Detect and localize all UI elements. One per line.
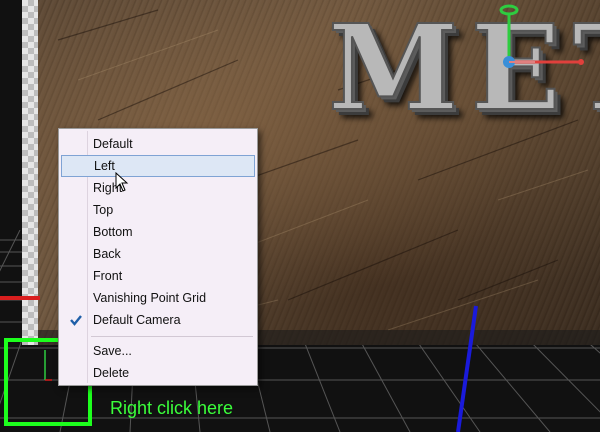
menu-item-default-camera[interactable]: Default Camera bbox=[61, 309, 255, 331]
menu-item-label: Default Camera bbox=[93, 313, 181, 327]
transform-gizmo-icon[interactable] bbox=[485, 0, 595, 80]
menu-item-label: Top bbox=[93, 203, 114, 217]
menu-item-vanishing-point-grid[interactable]: Vanishing Point Grid bbox=[61, 287, 255, 309]
menu-item-label: Back bbox=[93, 247, 121, 261]
menu-item-label: Vanishing Point Grid bbox=[93, 291, 207, 305]
menu-item-label: Left bbox=[94, 159, 115, 173]
menu-item-right[interactable]: Right bbox=[61, 177, 255, 199]
z-axis-line bbox=[456, 305, 478, 432]
menu-item-bottom[interactable]: Bottom bbox=[61, 221, 255, 243]
camera-context-menu: Default Left Right Top Bottom Back Front… bbox=[58, 128, 258, 386]
menu-separator bbox=[91, 336, 253, 337]
menu-item-label: Front bbox=[93, 269, 123, 283]
right-click-hint: Right click here bbox=[110, 398, 234, 418]
menu-item-top[interactable]: Top bbox=[61, 199, 255, 221]
menu-item-back[interactable]: Back bbox=[61, 243, 255, 265]
menu-item-label: Default bbox=[93, 137, 133, 151]
menu-item-save[interactable]: Save... bbox=[61, 340, 255, 362]
menu-item-left[interactable]: Left bbox=[61, 155, 255, 177]
menu-item-default[interactable]: Default bbox=[61, 133, 255, 155]
mouse-cursor-icon bbox=[115, 172, 129, 192]
menu-item-label: Save... bbox=[93, 344, 132, 358]
3d-viewport[interactable]: METAL Right click here Default Left Righ… bbox=[0, 0, 600, 432]
menu-item-front[interactable]: Front bbox=[61, 265, 255, 287]
menu-item-label: Bottom bbox=[93, 225, 133, 239]
check-icon bbox=[70, 315, 82, 326]
x-axis-line bbox=[0, 296, 40, 300]
menu-item-label: Delete bbox=[93, 366, 130, 380]
menu-item-delete[interactable]: Delete bbox=[61, 362, 255, 384]
